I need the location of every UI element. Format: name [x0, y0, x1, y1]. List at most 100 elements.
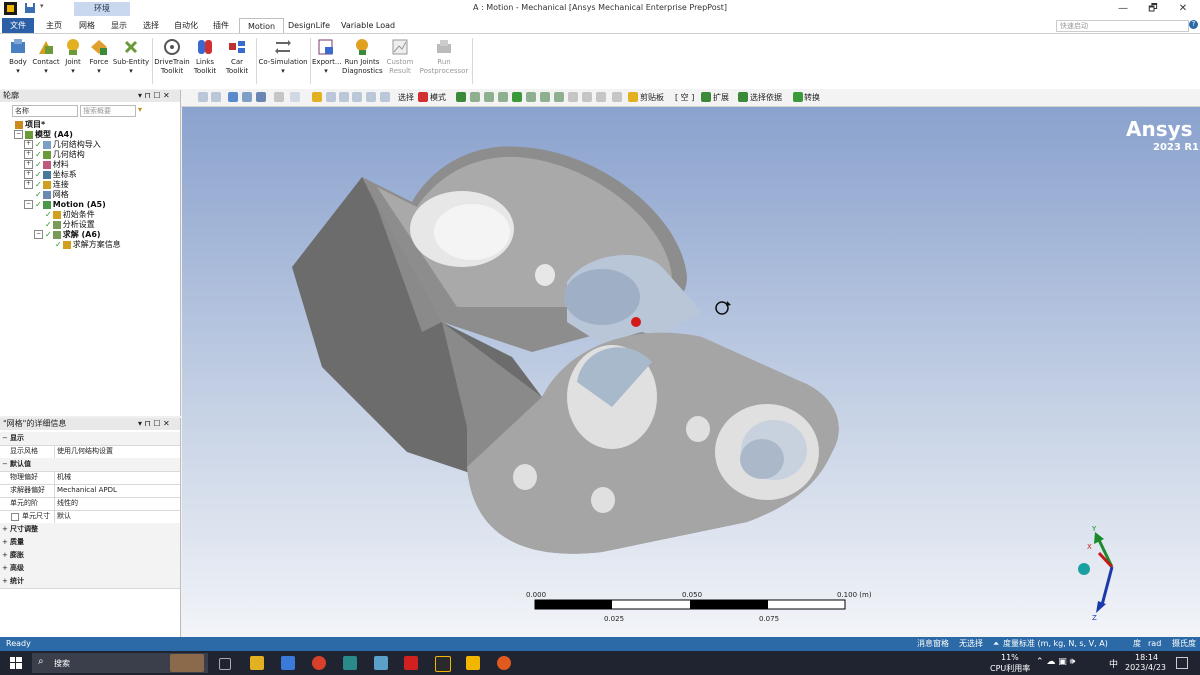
details-property-row[interactable]: 显示风格 使用几何结构设置 — [0, 445, 180, 459]
windows-start-icon[interactable] — [10, 657, 22, 669]
tree-node[interactable]: ✓ 求解方案信息 — [44, 240, 121, 250]
export-button[interactable]: Export... ▾ — [312, 37, 342, 87]
tree-node[interactable]: + ✓ 几何结构 — [24, 150, 85, 160]
graphics-viewport[interactable]: Ansys 2023 R1 0.000 0.050 0.100 (m) 0.02… — [182, 107, 1200, 637]
clipboard-icon[interactable] — [628, 92, 638, 102]
zoom-icon[interactable] — [326, 92, 336, 102]
tab-automation[interactable]: 自动化 — [166, 18, 206, 33]
messages-pane-link[interactable]: 消息窗格 — [917, 637, 949, 651]
zoom-in-icon[interactable] — [198, 92, 208, 102]
ruler-icon[interactable] — [612, 92, 622, 102]
filter-options-icon[interactable]: ▾ — [138, 105, 142, 114]
tree-node[interactable]: ✓ 分析设置 — [34, 220, 95, 230]
help-icon[interactable]: ? — [1189, 20, 1198, 29]
tab-file[interactable]: 文件 — [2, 18, 34, 33]
drivetrain-toolkit-button[interactable]: DriveTrain Toolkit — [154, 37, 190, 87]
rad-unit[interactable]: rad — [1148, 637, 1161, 651]
select-edge-icon[interactable] — [470, 92, 480, 102]
tab-selection[interactable]: 选择 — [135, 18, 167, 33]
expand-icon[interactable]: + — [24, 160, 33, 169]
car-toolkit-button[interactable]: Car Toolkit — [220, 37, 254, 87]
tab-variable-load[interactable]: Variable Load — [333, 18, 403, 33]
select-vertex-icon[interactable] — [456, 92, 466, 102]
expand-icon[interactable]: + — [2, 562, 8, 575]
model-canvas[interactable] — [182, 107, 1200, 637]
expand-icon[interactable]: + — [24, 150, 33, 159]
collapse-icon[interactable]: − — [14, 130, 23, 139]
task-view-icon[interactable] — [219, 658, 231, 670]
joint-button[interactable]: Joint ▾ — [62, 37, 84, 87]
co-simulation-button[interactable]: Co-Simulation ▾ — [258, 37, 308, 87]
tray-icons[interactable]: ⌃ ☁ ▣ 🕪 — [1036, 657, 1075, 667]
zoom-to-fit-icon[interactable] — [352, 92, 362, 102]
ime-indicator[interactable]: 中 — [1109, 657, 1118, 670]
mode-icon[interactable] — [418, 92, 428, 102]
quick-launch-input[interactable]: 快速启动 — [1056, 20, 1189, 32]
body-button[interactable]: Body ▾ — [4, 37, 32, 87]
iso-view-icon[interactable] — [228, 92, 238, 102]
details-group-header[interactable]: + 尺寸调整 — [0, 523, 180, 537]
collapse-icon[interactable]: − — [2, 432, 8, 445]
expand-icon[interactable]: + — [2, 536, 8, 549]
mechanical-icon[interactable] — [466, 656, 480, 670]
details-property-row[interactable]: 物理偏好 机械 — [0, 471, 180, 485]
outline-search-input[interactable]: 搜索概要 — [80, 105, 136, 117]
taskbar-search-box[interactable]: ⌕ 搜索 — [32, 653, 208, 673]
expand-icon[interactable]: + — [2, 575, 8, 588]
details-group-header[interactable]: + 质量 — [0, 536, 180, 550]
mode-dropdown[interactable]: 模式 — [430, 92, 446, 103]
clipboard-dropdown[interactable]: 剪贴板 — [640, 92, 664, 103]
property-value[interactable]: 机械 — [54, 471, 181, 484]
details-group-header[interactable]: + 高级 — [0, 562, 180, 576]
tree-node[interactable]: + ✓ 连接 — [24, 180, 69, 190]
select-element-icon[interactable] — [540, 92, 550, 102]
select-node-icon[interactable] — [512, 92, 522, 102]
tab-motion[interactable]: Motion — [239, 18, 285, 33]
collapse-icon[interactable]: − — [24, 200, 33, 209]
shaded-view-icon[interactable] — [242, 92, 252, 102]
details-group-header[interactable]: − 默认值 — [0, 458, 180, 472]
collapse-icon[interactable]: − — [34, 230, 43, 239]
clock-date[interactable]: 2023/4/23 — [1125, 663, 1166, 672]
app-blue-icon[interactable] — [281, 656, 295, 670]
run-joints-diagnostics-button[interactable]: Run Joints Diagnostics — [342, 37, 383, 87]
expand-icon[interactable] — [701, 92, 711, 102]
tree-node[interactable]: + ✓ 几何结构导入 — [24, 140, 101, 150]
unit-system[interactable]: 度量标准 (m, kg, N, s, V, A) — [1003, 637, 1108, 651]
expand-icon[interactable]: + — [2, 523, 8, 536]
expand-icon[interactable]: + — [24, 170, 33, 179]
show-vertices-icon[interactable] — [568, 92, 578, 102]
tree-node[interactable]: − 模型 (A4) — [14, 130, 73, 140]
property-value[interactable]: 使用几何结构设置 — [54, 445, 181, 458]
clock-time[interactable]: 18:14 — [1135, 653, 1158, 662]
app-notes-icon[interactable] — [374, 656, 388, 670]
restore-button[interactable]: 🗗 — [1138, 0, 1168, 18]
collapse-icon[interactable]: − — [2, 458, 8, 471]
panel-controls[interactable]: ▾ ⊓ ☐ ✕ — [138, 90, 170, 102]
close-button[interactable]: ✕ — [1168, 0, 1198, 18]
display-style-icon[interactable] — [256, 92, 266, 102]
expand-dropdown[interactable]: 扩展 — [713, 92, 729, 103]
sub-entity-button[interactable]: Sub-Entity ▾ — [112, 37, 150, 87]
expand-icon[interactable]: + — [24, 180, 33, 189]
property-value[interactable]: 线性的 — [54, 497, 181, 510]
chrome-icon[interactable] — [312, 656, 326, 670]
select-mesh-icon[interactable] — [554, 92, 564, 102]
run-postprocessor-button[interactable]: Run Postprocessor — [418, 37, 470, 87]
property-value[interactable]: 默认 — [54, 510, 181, 523]
contact-button[interactable]: Contact ▾ — [32, 37, 60, 87]
select-by-icon[interactable] — [738, 92, 748, 102]
tree-node[interactable]: ✓ 网格 — [24, 190, 69, 200]
select-face-icon[interactable] — [484, 92, 494, 102]
select-label[interactable]: 选择 — [398, 92, 414, 103]
select-body-icon[interactable] — [498, 92, 508, 102]
rotate-icon[interactable] — [290, 92, 300, 102]
panel-controls[interactable]: ▾ ⊓ ☐ ✕ — [138, 418, 170, 430]
notification-icon[interactable] — [1176, 657, 1188, 669]
details-property-row[interactable]: 求解器偏好 Mechanical APDL — [0, 484, 180, 498]
force-button[interactable]: Force ▾ — [86, 37, 112, 87]
pan-icon[interactable] — [312, 92, 322, 102]
tab-home[interactable]: 主页 — [38, 18, 70, 33]
recorder-icon[interactable] — [497, 656, 511, 670]
details-group-header[interactable]: − 显示 — [0, 432, 180, 446]
